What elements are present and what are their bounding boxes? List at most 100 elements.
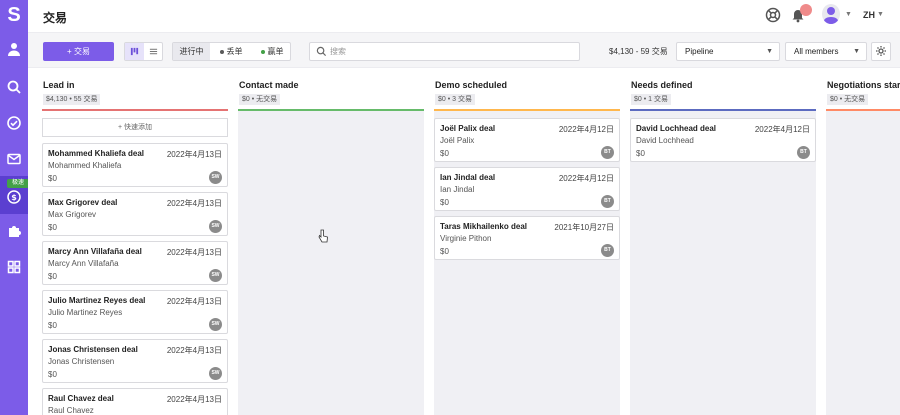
owner-avatar: BT [601,195,614,208]
deal-person: Julio Martinez Reyes [48,308,123,317]
owner-avatar: SW [209,367,222,380]
deal-card[interactable]: Julio Martinez Reyes deal 2022年4月13日 Jul… [42,290,228,334]
owner-avatar: SW [209,269,222,282]
deal-card[interactable]: Raul Chavez deal 2022年4月13日 Raul Chavez [42,388,228,415]
deal-title: Joël Palix deal [440,124,496,133]
deal-card[interactable]: Marcy Ann Villafaña deal 2022年4月13日 Marc… [42,241,228,285]
search-box [309,42,580,61]
deal-value: $0 [440,247,449,256]
deal-person: Ian Jindal [440,185,475,194]
filter-open[interactable]: 进行中 [173,43,210,60]
chevron-down-icon[interactable]: ▼ [877,11,884,18]
header: 交易 ▼ ZH ▼ [28,0,900,32]
filter-won[interactable]: 赢单 [252,43,292,60]
deal-title: Taras Mikhailenko deal [440,222,527,231]
deal-date: 2022年4月13日 [166,395,222,404]
mail-icon[interactable] [6,151,22,167]
column-lead-in: Lead in $4,130 • 55 交易 + 快速添加 Mohammed K… [42,68,228,415]
deal-date: 2022年4月12日 [558,125,614,134]
owner-avatar: BT [601,244,614,257]
sidebar-badge: 极速 [7,179,29,188]
deal-card[interactable]: Joël Palix deal 2022年4月12日 Joël Palix $0… [434,118,620,162]
settings-button[interactable] [871,42,891,61]
kanban-view-button[interactable] [125,43,144,60]
quick-add-button[interactable]: + 快速添加 [42,118,228,137]
column-body [826,111,900,415]
filter-won-label: 赢单 [267,47,284,56]
deal-title: Max Grigorev deal [48,198,118,207]
deal-value: $0 [636,149,645,158]
deal-card[interactable]: Jonas Christensen deal 2022年4月13日 Jonas … [42,339,228,383]
deal-date: 2022年4月12日 [754,125,810,134]
column-title: Contact made [239,80,299,90]
page-title: 交易 [43,11,68,25]
svg-text:$: $ [11,193,17,202]
column-summary: $0 • 无交易 [827,94,869,105]
pipeline-select-value: Pipeline [685,47,714,56]
add-deal-button[interactable]: + 交易 [43,42,114,61]
deal-card[interactable]: Taras Mikhailenko deal 2021年10月27日 Virgi… [434,216,620,260]
deal-value: $0 [440,149,449,158]
deal-card[interactable]: Max Grigorev deal 2022年4月13日 Max Grigore… [42,192,228,236]
owner-avatar: SW [209,171,222,184]
column-body[interactable] [238,111,424,415]
deal-value: $0 [48,321,57,330]
search-icon [316,46,327,57]
deal-date: 2022年4月13日 [166,150,222,159]
deal-title: Ian Jindal deal [440,173,496,182]
search-input[interactable] [330,44,570,59]
avatar[interactable] [822,4,840,24]
deal-card[interactable]: Mohammed Khaliefa deal 2022年4月13日 Mohamm… [42,143,228,187]
deal-board: Lead in $4,130 • 55 交易 + 快速添加 Mohammed K… [28,68,900,415]
deal-value: $0 [48,272,57,281]
search-icon[interactable] [6,79,22,95]
deal-title: Julio Martinez Reyes deal [48,296,146,305]
puzzle-icon[interactable] [6,223,22,239]
deal-value: $0 [48,223,57,232]
deal-card[interactable]: David Lochhead deal 2022年4月12日 David Loc… [630,118,816,162]
deal-value: $0 [48,370,57,379]
column-summary: $0 • 3 交易 [435,94,475,105]
deal-title: Jonas Christensen deal [48,345,138,354]
owner-avatar: SW [209,220,222,233]
deal-title: Marcy Ann Villafaña deal [48,247,142,256]
grid-icon[interactable] [6,259,22,275]
view-toggle [124,42,163,61]
deal-person: Marcy Ann Villafaña [48,259,119,268]
person-icon[interactable] [6,41,22,57]
owner-avatar: BT [601,146,614,159]
filter-lost[interactable]: 丢单 [210,43,252,60]
deal-title: Mohammed Khaliefa deal [48,149,145,158]
dollar-icon[interactable]: $ [6,189,22,205]
deal-date: 2022年4月13日 [166,346,222,355]
column-title: Demo scheduled [435,80,508,90]
deal-person: Raul Chavez [48,406,94,415]
column-demo-scheduled: Demo scheduled $0 • 3 交易 Joël Palix deal… [434,68,620,415]
deal-date: 2021年10月27日 [554,223,614,232]
column-title: Needs defined [631,80,693,90]
owner-avatar: SW [209,318,222,331]
column-negotiations-started: Negotiations started $0 • 无交易 [826,68,900,415]
deal-person: Joël Palix [440,136,475,145]
deal-date: 2022年4月13日 [166,248,222,257]
deal-summary: $4,130 - 59 交易 [609,47,668,56]
status-filter: 进行中 丢单 赢单 [172,42,291,61]
help-icon[interactable] [765,7,781,23]
hand-cursor-icon [318,229,328,243]
notification-badge [800,4,812,16]
members-select[interactable]: All members ▼ [785,42,867,61]
chevron-down-icon: ▼ [766,48,773,55]
column-title: Negotiations started [827,80,900,90]
column-summary: $0 • 1 交易 [631,94,671,105]
column-contact-made: Contact made $0 • 无交易 [238,68,424,415]
app-logo[interactable]: S [4,3,24,27]
list-view-button[interactable] [144,43,163,60]
check-circle-icon[interactable] [6,115,22,131]
language-switch[interactable]: ZH [863,10,875,20]
deal-card[interactable]: Ian Jindal deal 2022年4月12日 Ian Jindal $0… [434,167,620,211]
deal-value: $0 [440,198,449,207]
chevron-down-icon[interactable]: ▼ [845,11,852,18]
pipeline-select[interactable]: Pipeline ▼ [676,42,780,61]
filter-lost-label: 丢单 [226,47,243,56]
deal-date: 2022年4月13日 [166,297,222,306]
